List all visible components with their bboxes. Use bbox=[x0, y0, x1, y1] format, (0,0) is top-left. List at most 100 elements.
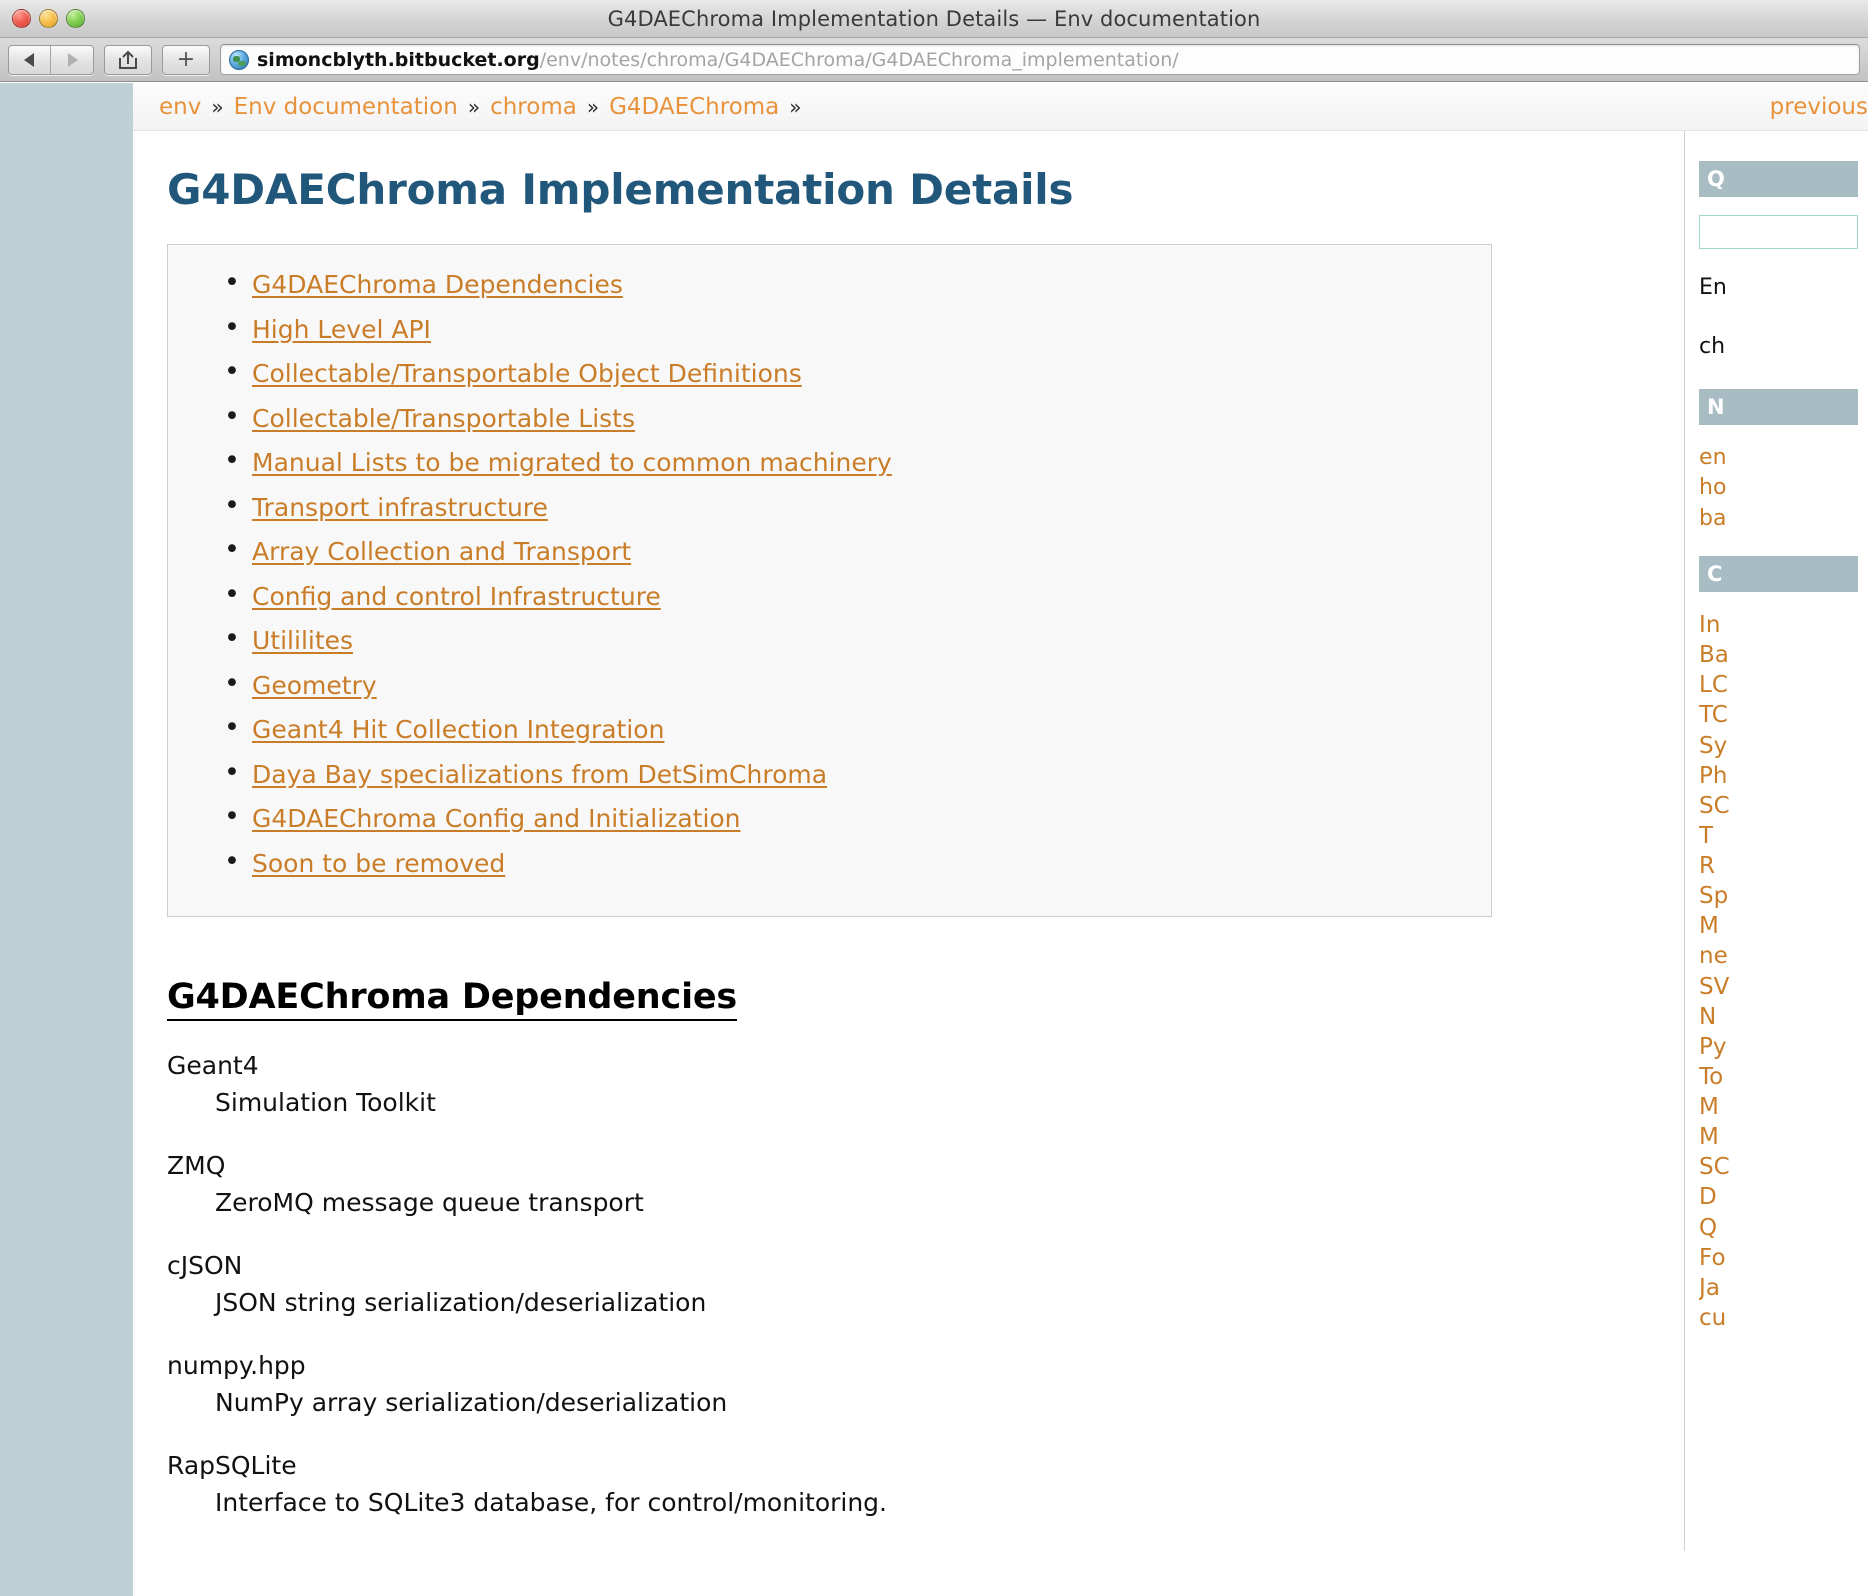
minimize-window-button[interactable] bbox=[39, 9, 58, 28]
browser-window: G4DAEChroma Implementation Details — Env… bbox=[0, 0, 1868, 1596]
toc-link[interactable]: Soon to be removed bbox=[252, 849, 505, 878]
sidebar-toc-link[interactable]: Q bbox=[1699, 1213, 1858, 1243]
sidebar-toc-link[interactable]: TC bbox=[1699, 700, 1858, 730]
toc-link[interactable]: Config and control Infrastructure bbox=[252, 582, 661, 611]
page-left-gutter bbox=[0, 83, 133, 1596]
list-item: Soon to be removed bbox=[198, 843, 1461, 882]
toc-link[interactable]: Transport infrastructure bbox=[252, 493, 548, 522]
dependency-term: numpy.hpp bbox=[167, 1351, 306, 1380]
sidebar-nav-link[interactable]: ba bbox=[1699, 504, 1858, 534]
sidebar-heading-quick-search: Q bbox=[1699, 161, 1858, 197]
dependency-definition: ZeroMQ message queue transport bbox=[215, 1188, 644, 1217]
sidebar-toc-link[interactable]: To bbox=[1699, 1062, 1858, 1092]
list-item: G4DAEChroma Dependencies bbox=[198, 264, 1461, 303]
new-tab-button[interactable]: + bbox=[162, 44, 210, 75]
window-title: G4DAEChroma Implementation Details — Env… bbox=[607, 6, 1261, 31]
forward-button[interactable] bbox=[51, 46, 93, 74]
sidebar-toc-link[interactable]: M bbox=[1699, 1122, 1858, 1152]
sidebar-toc-link[interactable]: Sp bbox=[1699, 881, 1858, 911]
sidebar-toc-link[interactable]: cu bbox=[1699, 1303, 1858, 1333]
toc-link[interactable]: G4DAEChroma Dependencies bbox=[252, 270, 623, 299]
browser-toolbar: + simoncblyth.bitbucket.org/env/notes/ch… bbox=[0, 38, 1868, 82]
sidebar-toc-link[interactable]: Ph bbox=[1699, 761, 1858, 791]
sidebar-toc-link[interactable]: R bbox=[1699, 851, 1858, 881]
sidebar-nav-link[interactable]: en bbox=[1699, 443, 1858, 473]
sidebar-toc-link[interactable]: SV bbox=[1699, 972, 1858, 1002]
sidebar-toc-link[interactable]: N bbox=[1699, 1002, 1858, 1032]
breadcrumb-item-env[interactable]: env bbox=[159, 94, 201, 120]
sidebar-search-input[interactable] bbox=[1699, 215, 1858, 249]
sidebar-toc-link[interactable]: Ba bbox=[1699, 640, 1858, 670]
toc-link[interactable]: G4DAEChroma Config and Initialization bbox=[252, 804, 741, 833]
zoom-window-button[interactable] bbox=[66, 9, 85, 28]
dependency-term: RapSQLite bbox=[167, 1451, 297, 1480]
toc-link[interactable]: High Level API bbox=[252, 315, 431, 344]
related-bar-right: previous bbox=[1770, 83, 1868, 130]
list-item: Geant4 Hit Collection Integration bbox=[198, 709, 1461, 748]
sidebar-toc-link[interactable]: Ja bbox=[1699, 1273, 1858, 1303]
toc-link[interactable]: Array Collection and Transport bbox=[252, 537, 631, 566]
section-heading-wrap: G4DAEChroma Dependencies bbox=[167, 977, 1644, 1051]
sidebar-toc-link[interactable]: Fo bbox=[1699, 1243, 1858, 1273]
breadcrumb-separator: » bbox=[467, 94, 481, 119]
list-item: Manual Lists to be migrated to common ma… bbox=[198, 442, 1461, 481]
share-button[interactable] bbox=[104, 44, 152, 75]
breadcrumb-item-env-documentation[interactable]: Env documentation bbox=[234, 94, 458, 120]
plus-icon: + bbox=[176, 46, 196, 72]
previous-link[interactable]: previous bbox=[1770, 94, 1868, 120]
list-item: Geometry bbox=[198, 665, 1461, 704]
breadcrumb-separator: » bbox=[789, 94, 802, 119]
toc-link[interactable]: Geant4 Hit Collection Integration bbox=[252, 715, 664, 744]
dependency-definition: Simulation Toolkit bbox=[215, 1088, 436, 1117]
close-window-button[interactable] bbox=[12, 9, 31, 28]
share-icon bbox=[119, 50, 137, 69]
sidebar-toc-link[interactable]: M bbox=[1699, 911, 1858, 941]
breadcrumb: env » Env documentation » chroma » G4DAE… bbox=[159, 94, 802, 120]
toc-link[interactable]: Utililites bbox=[252, 626, 353, 655]
sidebar-toc-link[interactable]: SC bbox=[1699, 1152, 1858, 1182]
toc-link[interactable]: Collectable/Transportable Object Definit… bbox=[252, 359, 802, 388]
toc-link[interactable]: Collectable/Transportable Lists bbox=[252, 404, 635, 433]
table-of-contents-list: G4DAEChroma Dependencies High Level API … bbox=[198, 264, 1461, 882]
sidebar-toc-link[interactable]: LC bbox=[1699, 670, 1858, 700]
list-item: Collectable/Transportable Lists bbox=[198, 398, 1461, 437]
breadcrumb-separator: » bbox=[211, 94, 224, 119]
breadcrumb-separator: » bbox=[586, 94, 600, 119]
url-path: /env/notes/chroma/G4DAEChroma/G4DAEChrom… bbox=[539, 48, 1179, 71]
url-text: simoncblyth.bitbucket.org/env/notes/chro… bbox=[257, 49, 1179, 71]
sidebar-toc-link[interactable]: SC bbox=[1699, 791, 1858, 821]
toc-link[interactable]: Daya Bay specializations from DetSimChro… bbox=[252, 760, 827, 789]
sidebar-intro-line: ch bbox=[1699, 334, 1726, 359]
sidebar-toc-links: In Ba LC TC Sy Ph SC T R Sp M ne SV N Py… bbox=[1699, 610, 1858, 1333]
list-item: Collectable/Transportable Object Definit… bbox=[198, 353, 1461, 392]
dependency-definition: NumPy array serialization/deserializatio… bbox=[215, 1388, 728, 1417]
navigation-button-group bbox=[8, 44, 94, 75]
sidebar-heading-contents: C bbox=[1699, 556, 1858, 593]
sidebar-toc-link[interactable]: D bbox=[1699, 1182, 1858, 1212]
sidebar-toc-link[interactable]: M bbox=[1699, 1092, 1858, 1122]
sidebar-toc-link[interactable]: In bbox=[1699, 610, 1858, 640]
sidebar-nav-links: en ho ba bbox=[1699, 443, 1858, 534]
toc-link[interactable]: Manual Lists to be migrated to common ma… bbox=[252, 448, 892, 477]
breadcrumb-item-chroma[interactable]: chroma bbox=[490, 94, 577, 120]
sidebar-nav-link[interactable]: ho bbox=[1699, 473, 1858, 503]
sidebar-toc-link[interactable]: Sy bbox=[1699, 731, 1858, 761]
toc-link[interactable]: Geometry bbox=[252, 671, 377, 700]
sidebar-toc-link[interactable]: T bbox=[1699, 821, 1858, 851]
sidebar-toc-link[interactable]: ne bbox=[1699, 941, 1858, 971]
address-bar[interactable]: simoncblyth.bitbucket.org/env/notes/chro… bbox=[220, 44, 1860, 75]
list-item: High Level API bbox=[198, 309, 1461, 348]
list-item: Array Collection and Transport bbox=[198, 531, 1461, 570]
globe-icon bbox=[229, 49, 249, 70]
section-heading-dependencies: G4DAEChroma Dependencies bbox=[167, 977, 737, 1021]
document-area: G4DAEChroma Implementation Details G4DAE… bbox=[133, 131, 1868, 1551]
dependencies-definition-list: Geant4 Simulation Toolkit ZMQ ZeroMQ mes… bbox=[167, 1051, 1644, 1517]
sidebar-toc-link[interactable]: Py bbox=[1699, 1032, 1858, 1062]
breadcrumb-item-g4daechroma[interactable]: G4DAEChroma bbox=[609, 94, 779, 120]
list-item: Config and control Infrastructure bbox=[198, 576, 1461, 615]
page-viewport: env » Env documentation » chroma » G4DAE… bbox=[0, 83, 1868, 1596]
back-button[interactable] bbox=[9, 45, 52, 74]
list-item: Utililites bbox=[198, 620, 1461, 659]
window-titlebar: G4DAEChroma Implementation Details — Env… bbox=[0, 0, 1868, 38]
page-body: env » Env documentation » chroma » G4DAE… bbox=[133, 83, 1868, 1596]
